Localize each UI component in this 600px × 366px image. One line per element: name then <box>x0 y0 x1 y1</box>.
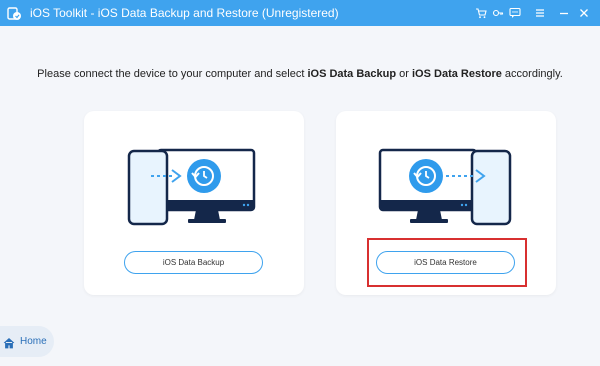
home-icon <box>3 336 15 348</box>
close-icon[interactable] <box>576 5 592 21</box>
instruction-option-backup: iOS Data Backup <box>307 68 397 80</box>
instruction-middle: or <box>396 68 412 80</box>
restore-card: iOS Data Restore <box>336 111 556 295</box>
home-button[interactable]: Home <box>0 326 54 357</box>
app-logo-icon <box>6 5 22 21</box>
title-bar: iOS Toolkit - iOS Data Backup and Restor… <box>0 0 600 26</box>
home-label: Home <box>20 336 47 347</box>
instruction-option-restore: iOS Data Restore <box>412 68 502 80</box>
minimize-icon[interactable] <box>556 5 572 21</box>
main-area: Please connect the device to your comput… <box>0 26 600 366</box>
instruction-prefix: Please connect the device to your comput… <box>37 68 308 80</box>
menu-icon[interactable] <box>532 5 548 21</box>
instruction-text: Please connect the device to your comput… <box>0 68 600 80</box>
restore-illustration-icon <box>378 148 512 226</box>
backup-illustration-icon <box>127 148 256 226</box>
key-icon[interactable] <box>490 5 506 21</box>
instruction-suffix: accordingly. <box>501 68 563 80</box>
ios-data-backup-button[interactable]: iOS Data Backup <box>124 251 263 274</box>
cart-icon[interactable] <box>473 5 489 21</box>
window-title: iOS Toolkit - iOS Data Backup and Restor… <box>30 6 339 20</box>
backup-card: iOS Data Backup <box>84 111 304 295</box>
ios-data-restore-button[interactable]: iOS Data Restore <box>376 251 515 274</box>
chat-icon[interactable] <box>507 5 523 21</box>
